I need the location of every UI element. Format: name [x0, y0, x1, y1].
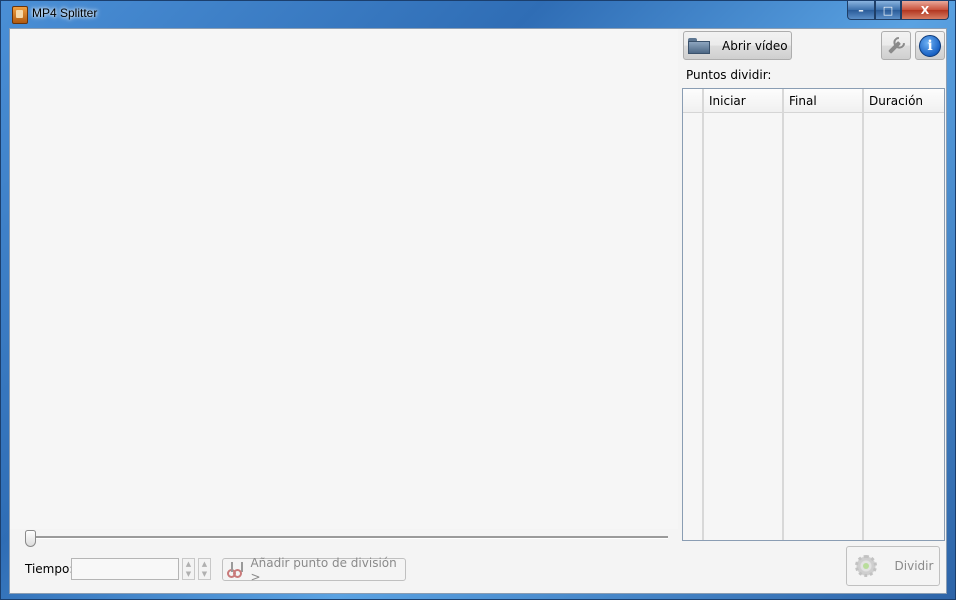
column-header-start[interactable]: Iniciar [709, 94, 746, 108]
divide-button[interactable]: Dividir [846, 546, 940, 586]
spin-up-icon[interactable]: ▲ [199, 559, 210, 569]
video-preview[interactable] [10, 29, 678, 529]
app-icon [12, 6, 28, 24]
spin-down-icon[interactable]: ▼ [183, 569, 194, 579]
time-spin-a[interactable]: ▲ ▼ [182, 558, 195, 580]
column-header-duration[interactable]: Duración [869, 94, 923, 108]
row-header-column [683, 89, 704, 540]
window-title: MP4 Splitter [32, 6, 98, 20]
open-video-button[interactable]: Abrir vídeo [683, 31, 792, 60]
folder-icon [688, 37, 710, 54]
time-label: Tiempo: [25, 562, 74, 576]
wrench-icon [883, 33, 908, 58]
time-spin-b[interactable]: ▲ ▼ [198, 558, 211, 580]
seek-slider-thumb[interactable] [25, 530, 36, 547]
add-split-point-label: Añadir punto de división > [250, 555, 397, 584]
caption-buttons: – □ X [847, 1, 949, 20]
minimize-button[interactable]: – [847, 1, 875, 20]
column-header-end[interactable]: Final [789, 94, 817, 108]
client-area: Tiempo: ▲ ▼ ▲ ▼ Añadir punto de división >… [9, 28, 947, 594]
column-end [784, 89, 864, 540]
add-split-point-button[interactable]: Añadir punto de división > [222, 555, 406, 584]
open-video-label: Abrir vídeo [722, 38, 788, 53]
maximize-button[interactable]: □ [875, 1, 901, 20]
divide-label: Dividir [894, 559, 934, 573]
info-icon: i [919, 34, 941, 57]
scissors-icon [227, 561, 243, 578]
column-start [704, 89, 784, 540]
close-button[interactable]: X [901, 1, 949, 20]
spin-up-icon[interactable]: ▲ [183, 559, 194, 569]
spin-down-icon[interactable]: ▼ [199, 569, 210, 579]
title-bar[interactable]: MP4 Splitter – □ X [1, 1, 955, 27]
app-window: MP4 Splitter – □ X Tiempo: ▲ ▼ ▲ ▼ Añadir … [0, 0, 956, 600]
split-points-table[interactable]: Iniciar Final Duración [682, 88, 945, 541]
split-points-label: Puntos dividir: [686, 68, 772, 82]
info-button[interactable]: i [915, 31, 945, 60]
settings-button[interactable] [881, 31, 911, 60]
gear-icon [852, 553, 879, 579]
time-input[interactable] [71, 558, 179, 580]
seek-slider-track[interactable] [28, 536, 668, 539]
